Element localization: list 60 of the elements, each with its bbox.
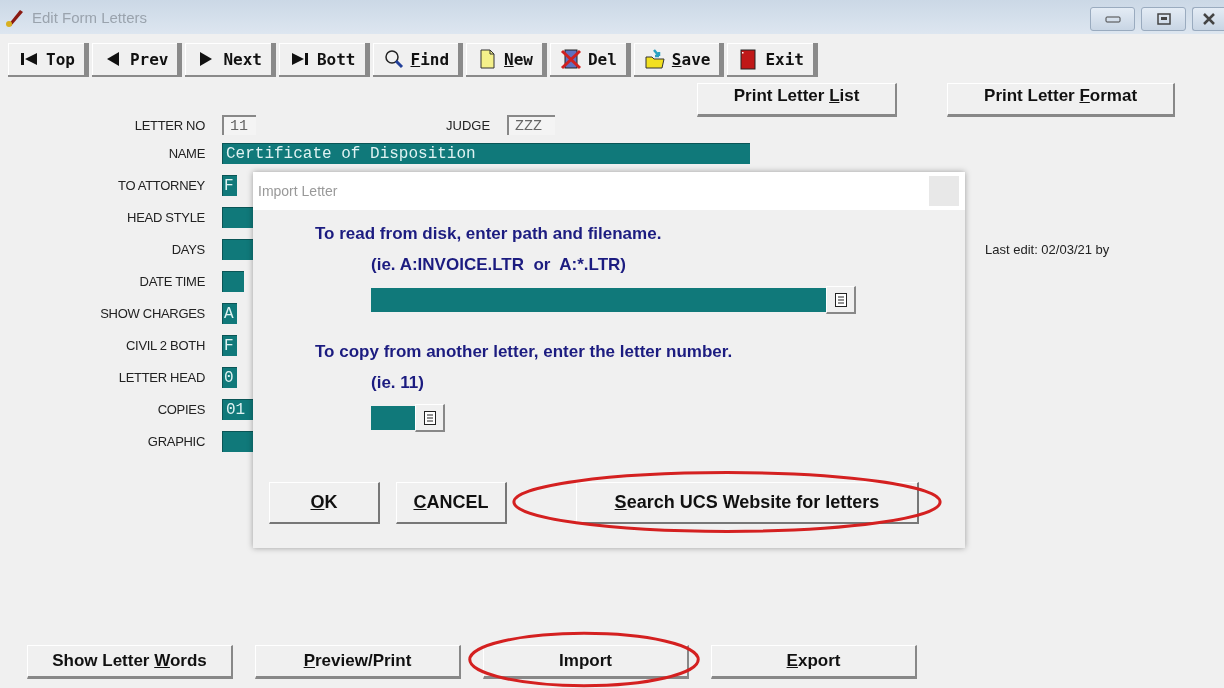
lookup-button[interactable] (826, 286, 856, 314)
field-label: JUDGE (446, 118, 491, 133)
toolbar-button[interactable]: Find (372, 43, 464, 77)
hint-text: (ie. A:INVOICE.LTR or A:*.LTR) (371, 255, 627, 275)
judge-field[interactable]: ZZZ (507, 115, 556, 135)
field-label: LETTER HEAD (117, 369, 205, 385)
toolbar-button[interactable]: New (466, 43, 547, 77)
field-label: HEAD STYLE (126, 209, 205, 225)
toolbar-button[interactable]: Exit (727, 43, 818, 77)
action-button[interactable]: Preview/Print (255, 645, 461, 679)
input-field[interactable]: 0 (222, 366, 237, 388)
window-title: Edit Form Letters (32, 8, 149, 26)
minimize-icon (1104, 15, 1121, 23)
field-label: NAME (167, 145, 205, 161)
path-field[interactable] (371, 288, 826, 312)
toolbar-button[interactable]: Top (8, 43, 89, 77)
list-icon (833, 291, 848, 308)
letter-number-field[interactable]: 11 (222, 115, 256, 135)
toolbar-button[interactable]: Del (549, 43, 631, 77)
dialog-button[interactable]: Search UCS Website for letters (576, 482, 919, 524)
input-field[interactable]: F (222, 334, 237, 356)
field-label: TO ATTORNEY (117, 177, 205, 193)
maximize-icon (1156, 13, 1171, 25)
toolbar-button[interactable]: Bott (278, 43, 370, 77)
instruction-text: To read from disk, enter path and filename. (315, 224, 663, 244)
input-field[interactable]: Certificate of Disposition (222, 142, 750, 164)
print-button[interactable]: Print Letter List (697, 83, 898, 117)
dialog-title: Import Letter (258, 183, 338, 199)
dialog-button[interactable]: OK (269, 482, 380, 524)
print-button[interactable]: Print Letter Format (947, 83, 1176, 117)
input-field[interactable] (222, 270, 244, 292)
folder-icon (643, 48, 666, 70)
letter-number-field[interactable] (371, 406, 415, 430)
close-icon (1201, 13, 1216, 25)
input-field[interactable]: A (222, 302, 237, 324)
field-label: COPIES (156, 401, 205, 417)
action-button[interactable]: Show Letter Words (27, 645, 233, 679)
list-icon (422, 409, 437, 426)
instruction-text: To copy from another letter, enter the letter number. (315, 342, 734, 362)
field-label: GRAPHIC (146, 433, 205, 449)
last-edit-text: Last edit: 02/03/21 by (985, 241, 1110, 257)
lookup-button[interactable] (415, 404, 445, 432)
field-label: SHOW CHARGES (99, 305, 205, 321)
field-label: LETTER NO (133, 118, 205, 133)
hint-text: (ie. 11) (371, 373, 425, 393)
action-button[interactable]: Export (711, 645, 917, 679)
minimize-button[interactable] (1090, 7, 1135, 31)
input-field[interactable]: F (222, 174, 237, 196)
field-label: DAYS (170, 241, 205, 257)
action-button[interactable]: Import (483, 645, 689, 679)
field-label: DATE TIME (138, 273, 205, 289)
toolbar-button[interactable]: Next (185, 43, 276, 77)
maximize-button[interactable] (1141, 7, 1186, 31)
dialog-button[interactable]: CANCEL (396, 482, 507, 524)
close-button[interactable] (1192, 7, 1224, 31)
toolbar-button[interactable]: Save (633, 43, 725, 77)
toolbar-button[interactable]: Prev (91, 43, 183, 77)
search-icon (382, 48, 405, 70)
field-label: CIVIL 2 BOTH (125, 337, 205, 353)
crossed-document-icon (559, 48, 582, 70)
